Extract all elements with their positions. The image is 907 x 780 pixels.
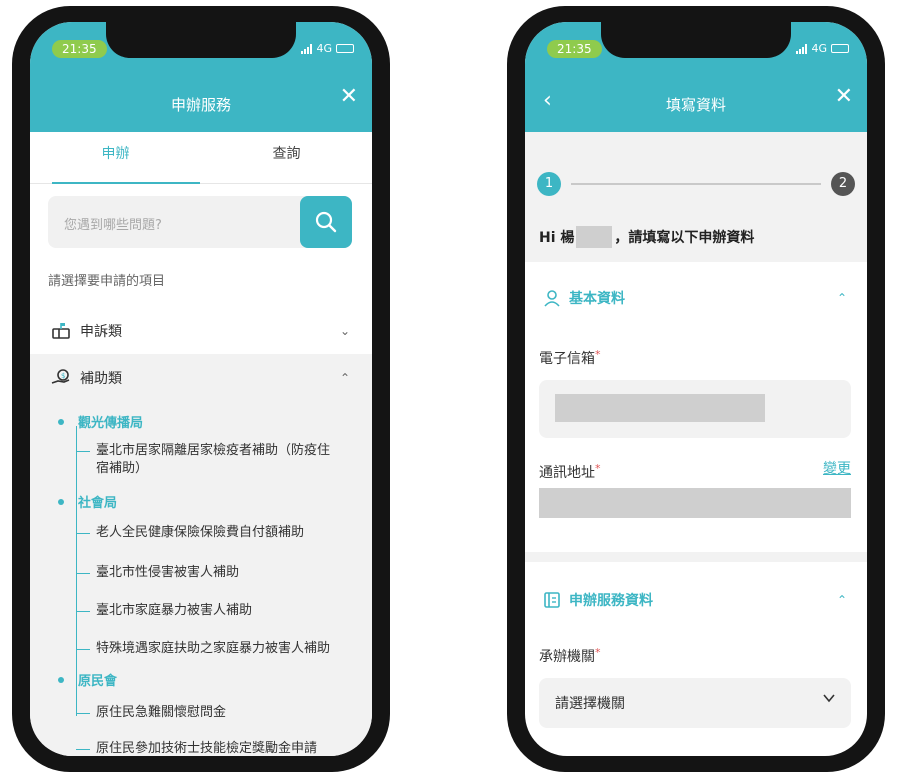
agency-select-value: 請選擇機關 bbox=[555, 696, 625, 712]
person-icon bbox=[544, 290, 560, 307]
list-item[interactable]: 臺北市家庭暴力被害人補助 bbox=[76, 602, 354, 620]
tab-query[interactable]: 查詢 bbox=[201, 132, 372, 183]
close-icon[interactable]: ✕ bbox=[340, 84, 358, 109]
list-item[interactable]: 臺北市性侵害被害人補助 bbox=[76, 564, 354, 582]
search-bar: 您遇到哪些問題? bbox=[48, 196, 352, 248]
section-basic-info[interactable]: 基本資料 ⌃ bbox=[525, 276, 867, 320]
department-indigenous: 原民會 bbox=[58, 670, 117, 689]
category-label: 申訴類 bbox=[80, 324, 122, 340]
document-icon bbox=[544, 592, 560, 608]
close-icon[interactable]: ✕ bbox=[835, 84, 853, 109]
status-time: 21:35 bbox=[52, 40, 107, 58]
page-title: 申辦服務 bbox=[170, 96, 231, 114]
redacted-address bbox=[539, 488, 851, 518]
chevron-down-icon: ⌄ bbox=[339, 324, 350, 338]
phone-frame-left: 21:35 4G 申辦服務 ✕ 申辦 查詢 您遇到哪些問題? 請選擇要申請的項目… bbox=[12, 6, 390, 772]
department-tourism: 觀光傳播局 bbox=[58, 412, 143, 431]
tab-bar: 申辦 查詢 bbox=[30, 132, 372, 184]
redacted-email bbox=[555, 394, 765, 422]
step-1-indicator: 1 bbox=[537, 172, 561, 196]
notch bbox=[601, 22, 791, 58]
status-indicators: 4G bbox=[301, 42, 354, 55]
hand-coin-icon: $ bbox=[51, 369, 70, 384]
page-title: 填寫資料 bbox=[665, 96, 726, 114]
agency-label: 承辦機關* bbox=[539, 646, 601, 665]
chevron-up-icon: ⌃ bbox=[836, 291, 847, 305]
list-item[interactable]: 原住民急難關懷慰問金 bbox=[76, 704, 354, 722]
screen-apply-service: 21:35 4G 申辦服務 ✕ 申辦 查詢 您遇到哪些問題? 請選擇要申請的項目… bbox=[30, 22, 372, 756]
email-label: 電子信箱* bbox=[539, 348, 601, 367]
list-item[interactable]: 老人全民健康保險保險費自付額補助 bbox=[76, 524, 354, 542]
address-label: 通訊地址* bbox=[539, 462, 601, 481]
tab-apply[interactable]: 申辦 bbox=[30, 132, 201, 183]
step-2-indicator: 2 bbox=[831, 172, 855, 196]
list-item[interactable]: 原住民參加技術士技能檢定獎勵金申請 bbox=[76, 740, 354, 756]
notch bbox=[106, 22, 296, 58]
battery-icon bbox=[336, 44, 354, 53]
section-title: 基本資料 bbox=[569, 291, 625, 307]
status-time: 21:35 bbox=[547, 40, 602, 58]
svg-text:$: $ bbox=[61, 372, 65, 380]
chevron-up-icon: ⌃ bbox=[339, 371, 350, 385]
mailbox-icon bbox=[52, 323, 70, 339]
signal-icon bbox=[301, 43, 313, 54]
redacted-name bbox=[576, 226, 613, 248]
department-social: 社會局 bbox=[58, 492, 117, 511]
chevron-down-icon bbox=[823, 694, 835, 703]
search-icon bbox=[315, 211, 337, 233]
change-address-link[interactable]: 變更 bbox=[823, 458, 851, 478]
screen-fill-form: 21:35 4G ‹ 填寫資料 ✕ 1 2 Hi 楊 ，請填寫以下申辦資料 基本… bbox=[525, 22, 867, 756]
section-divider bbox=[525, 552, 867, 562]
network-label: 4G bbox=[811, 42, 827, 55]
status-indicators: 4G bbox=[796, 42, 849, 55]
category-label: 補助類 bbox=[80, 371, 122, 387]
signal-icon bbox=[796, 43, 808, 54]
email-field[interactable] bbox=[539, 380, 851, 438]
battery-icon bbox=[831, 44, 849, 53]
search-input[interactable]: 您遇到哪些問題? bbox=[64, 214, 162, 233]
greeting: Hi 楊 ，請填寫以下申辦資料 bbox=[539, 226, 754, 248]
section-service-info[interactable]: 申辦服務資料 ⌃ bbox=[525, 578, 867, 622]
phone-frame-right: 21:35 4G ‹ 填寫資料 ✕ 1 2 Hi 楊 ，請填寫以下申辦資料 基本… bbox=[507, 6, 885, 772]
chevron-up-icon: ⌃ bbox=[836, 593, 847, 607]
network-label: 4G bbox=[316, 42, 332, 55]
category-subsidy[interactable]: $ 補助類 ⌃ bbox=[30, 354, 372, 402]
list-item[interactable]: 特殊境遇家庭扶助之家庭暴力被害人補助 bbox=[76, 640, 354, 658]
section-title: 申辦服務資料 bbox=[569, 593, 653, 609]
list-item[interactable]: 臺北市居家隔離居家檢疫者補助（防疫住 宿補助） bbox=[76, 442, 354, 478]
category-complaint[interactable]: 申訴類 ⌄ bbox=[30, 307, 372, 355]
progress-line bbox=[571, 183, 821, 185]
select-prompt: 請選擇要申請的項目 bbox=[48, 274, 166, 289]
agency-select[interactable]: 請選擇機關 bbox=[539, 678, 851, 728]
active-tab-indicator bbox=[52, 182, 200, 184]
search-button[interactable] bbox=[300, 196, 352, 248]
